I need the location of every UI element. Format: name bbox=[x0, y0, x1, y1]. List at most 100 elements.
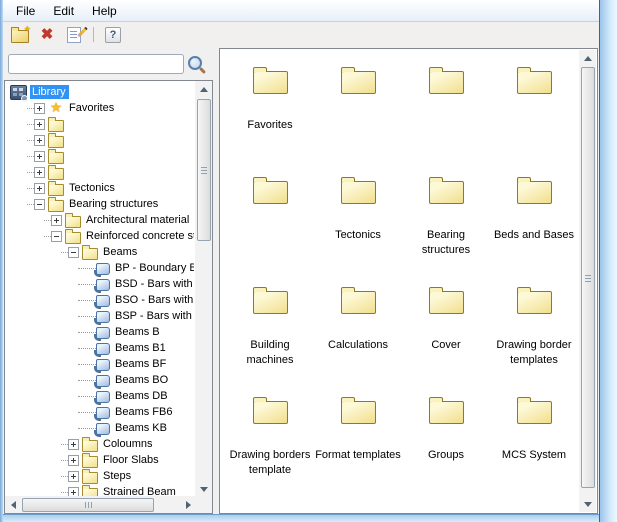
expand-plus-toggle[interactable] bbox=[34, 166, 45, 178]
folder-item-label: Beds and Bases bbox=[493, 229, 575, 241]
tree-item[interactable] bbox=[6, 116, 194, 132]
collapse-minus-toggle[interactable] bbox=[68, 246, 79, 258]
tree-item[interactable]: Coloumns bbox=[6, 436, 194, 452]
tree-vertical-scrollbar[interactable] bbox=[195, 81, 212, 497]
library-icon bbox=[10, 85, 28, 102]
tree-item[interactable]: Steps bbox=[6, 468, 194, 484]
search-input[interactable] bbox=[8, 54, 184, 74]
tree-item[interactable]: BSO - Bars with Sl bbox=[6, 292, 194, 309]
tree-item[interactable]: Beams KB bbox=[6, 420, 194, 437]
expand-plus-toggle[interactable] bbox=[34, 102, 45, 114]
tree-item[interactable]: Library bbox=[6, 84, 194, 102]
tree-item[interactable]: Beams B bbox=[6, 324, 194, 341]
tree-item-label: Beams FB6 bbox=[115, 406, 173, 418]
tree-connector-line bbox=[61, 251, 68, 253]
tree-item[interactable]: Beams BF bbox=[6, 356, 194, 373]
collapse-minus-toggle[interactable] bbox=[34, 198, 45, 210]
expand-plus-toggle[interactable] bbox=[51, 214, 62, 226]
tree-item-label: Steps bbox=[103, 470, 132, 482]
search-magnifier-icon[interactable] bbox=[188, 56, 202, 70]
folder-item-label: MCS System bbox=[501, 449, 567, 461]
help-button[interactable]: ? bbox=[103, 26, 123, 44]
tree-item[interactable]: Tectonics bbox=[6, 180, 194, 196]
search-area bbox=[3, 46, 215, 80]
folder-icon bbox=[252, 67, 288, 94]
new-folder-button[interactable] bbox=[10, 24, 31, 44]
folder-item[interactable]: Format templates bbox=[314, 383, 402, 493]
tree-item[interactable] bbox=[6, 164, 194, 180]
tree-item[interactable] bbox=[6, 148, 194, 164]
tree-connector-line bbox=[78, 379, 96, 381]
folder-item[interactable] bbox=[402, 53, 490, 163]
tree-item[interactable]: Beams BO bbox=[6, 372, 194, 389]
tree-item[interactable]: Beams B1 bbox=[6, 340, 194, 357]
tree-connector-line bbox=[78, 331, 96, 333]
folder-item[interactable]: Drawing border templates bbox=[490, 273, 578, 383]
tree-item[interactable]: Beams DB bbox=[6, 388, 194, 405]
folder-item[interactable] bbox=[226, 163, 314, 273]
expand-plus-toggle[interactable] bbox=[68, 486, 79, 496]
scroll-left-button[interactable] bbox=[5, 496, 21, 513]
tree-item[interactable]: BP - Boundary Bea bbox=[6, 260, 194, 277]
tree-horizontal-scrollbar[interactable] bbox=[5, 496, 196, 513]
scroll-down-button[interactable] bbox=[579, 496, 596, 512]
folder-icon bbox=[65, 212, 81, 228]
folder-icon bbox=[428, 397, 464, 424]
tree-item[interactable]: Strained Beam bbox=[6, 484, 194, 496]
tree-item[interactable]: Floor Slabs bbox=[6, 452, 194, 468]
tree-item[interactable]: BSP - Bars with Pa bbox=[6, 308, 194, 325]
folder-item[interactable]: Favorites bbox=[226, 53, 314, 163]
menu-file[interactable]: File bbox=[7, 1, 44, 21]
tree-connector-line bbox=[27, 155, 34, 157]
folder-item[interactable]: Building machines bbox=[226, 273, 314, 383]
tree-hscrollbar-thumb[interactable] bbox=[22, 498, 154, 512]
tree-scrollbar-thumb[interactable] bbox=[197, 99, 211, 241]
folder-icon bbox=[82, 452, 98, 468]
expand-plus-toggle[interactable] bbox=[68, 470, 79, 482]
tree-item[interactable]: Reinforced concrete struct bbox=[6, 228, 194, 244]
delete-button[interactable]: ✖ bbox=[37, 26, 57, 44]
tree-item[interactable]: ★ Favorites bbox=[6, 100, 194, 116]
scroll-up-button[interactable] bbox=[579, 50, 596, 66]
folder-item[interactable]: Bearing structures bbox=[402, 163, 490, 273]
folder-item-label: Tectonics bbox=[335, 229, 381, 241]
folder-icon bbox=[82, 468, 98, 484]
folder-item[interactable]: Drawing borders template bbox=[226, 383, 314, 493]
expand-plus-toggle[interactable] bbox=[68, 454, 79, 466]
expand-plus-toggle[interactable] bbox=[34, 150, 45, 162]
scroll-down-button[interactable] bbox=[195, 481, 212, 497]
folder-item[interactable]: Cover bbox=[402, 273, 490, 383]
edit-button[interactable] bbox=[64, 26, 84, 44]
folder-item[interactable]: MCS System bbox=[490, 383, 578, 493]
folder-icon bbox=[516, 397, 552, 424]
folder-item[interactable]: Groups bbox=[402, 383, 490, 493]
tree-item[interactable]: Beams FB6 bbox=[6, 404, 194, 421]
tree-item-label: Beams DB bbox=[115, 390, 168, 402]
folder-item[interactable]: Calculations bbox=[314, 273, 402, 383]
expand-plus-toggle[interactable] bbox=[34, 134, 45, 146]
tree-item[interactable]: Bearing structures bbox=[6, 196, 194, 212]
folder-item[interactable] bbox=[490, 53, 578, 163]
menu-edit[interactable]: Edit bbox=[44, 1, 83, 21]
scroll-right-button[interactable] bbox=[180, 496, 196, 513]
folder-item[interactable]: Beds and Bases bbox=[490, 163, 578, 273]
expand-plus-toggle[interactable] bbox=[34, 118, 45, 130]
folder-item[interactable]: Tectonics bbox=[314, 163, 402, 273]
folder-icon bbox=[252, 287, 288, 314]
tree-item[interactable] bbox=[6, 132, 194, 148]
expand-plus-toggle[interactable] bbox=[68, 438, 79, 450]
folder-item[interactable] bbox=[314, 53, 402, 163]
tree-item[interactable]: Beams bbox=[6, 244, 194, 260]
scroll-up-button[interactable] bbox=[195, 81, 212, 97]
menu-help[interactable]: Help bbox=[83, 1, 126, 21]
expand-plus-toggle[interactable] bbox=[34, 182, 45, 194]
menu-bar: File Edit Help bbox=[3, 0, 599, 22]
tree-item[interactable]: Architectural material bbox=[6, 212, 194, 228]
tree-item[interactable]: BSD - Bars with Tw bbox=[6, 276, 194, 293]
arrow-up-icon bbox=[199, 86, 208, 92]
panel-vertical-scrollbar[interactable] bbox=[579, 50, 596, 512]
collapse-minus-toggle[interactable] bbox=[51, 230, 62, 242]
panel-scrollbar-thumb[interactable] bbox=[581, 67, 595, 488]
